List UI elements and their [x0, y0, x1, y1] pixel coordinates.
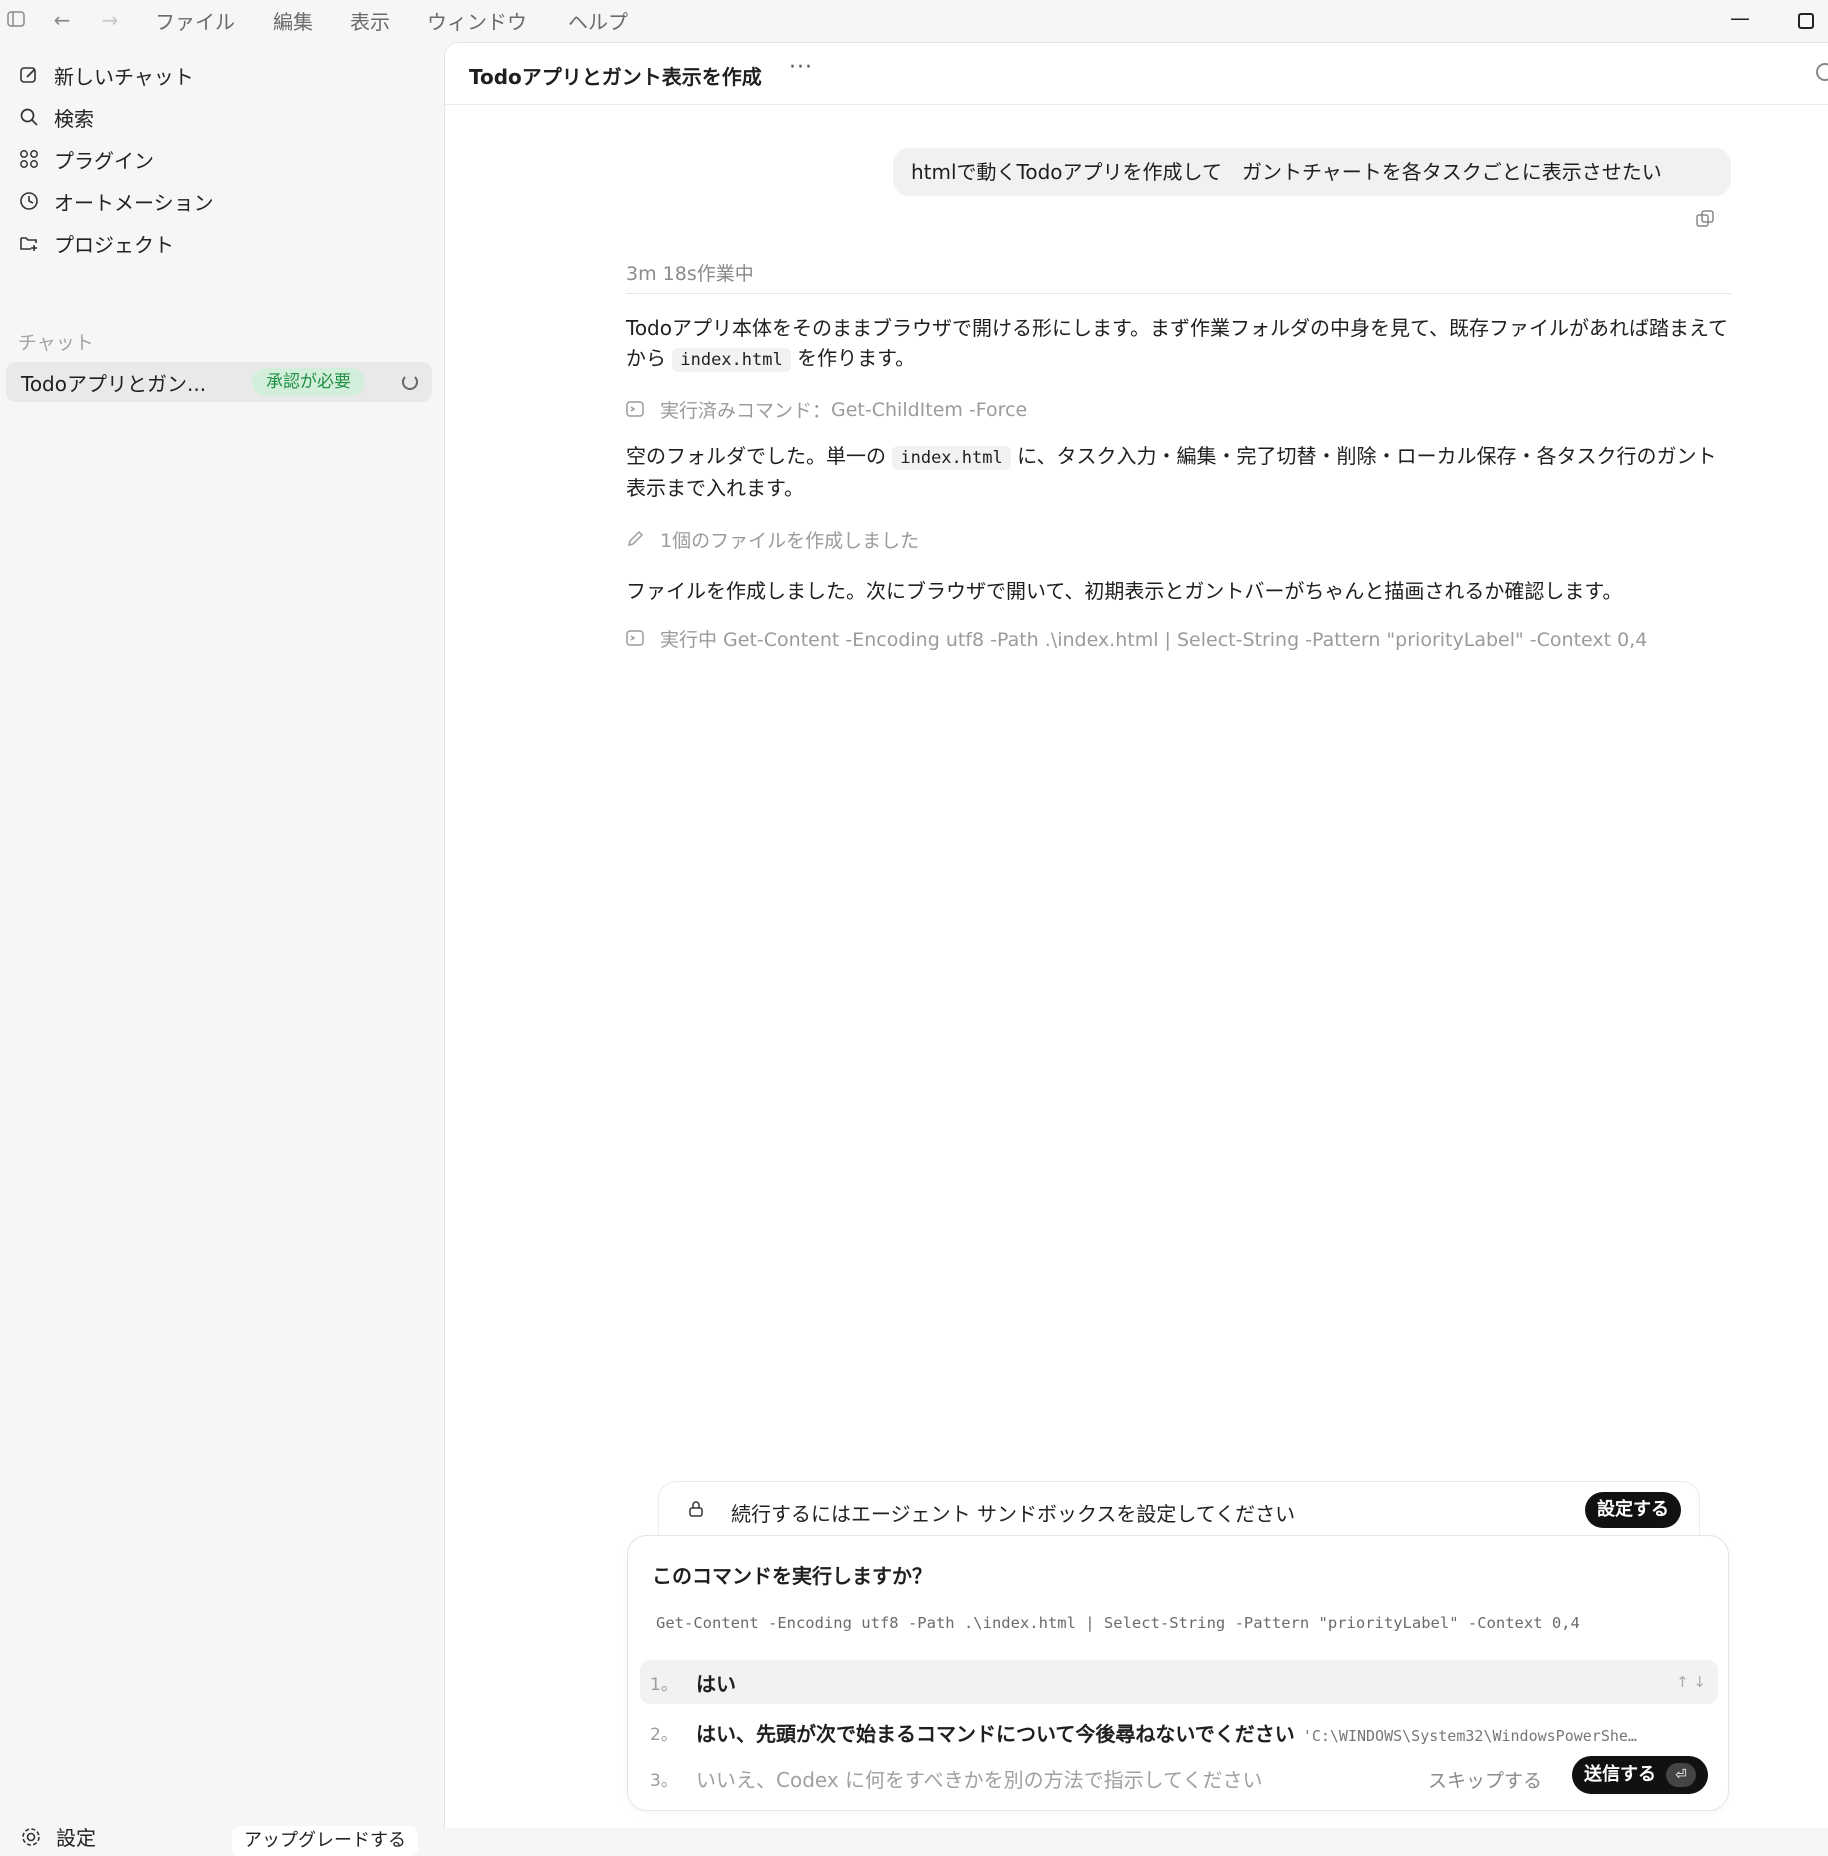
file-created-item[interactable]: 1個のファイルを作成しました	[626, 526, 919, 553]
sidebar-item-automation[interactable]: オートメーション	[18, 184, 214, 218]
pencil-icon	[626, 530, 646, 550]
sidebar-item-search[interactable]: 検索	[18, 100, 94, 134]
option-number: 1。	[650, 1674, 678, 1695]
skip-button[interactable]: スキップする	[1428, 1766, 1542, 1793]
sidebar: 新しいチャット 検索 プラグイン オートメーション プロジェクト チャット To…	[0, 40, 444, 1856]
settings-button[interactable]: 設定	[20, 1822, 96, 1851]
option-input-placeholder[interactable]: いいえ、Codex に何をすべきかを別の方法で指示してください	[696, 1764, 1262, 1793]
enter-key-icon: ⏎	[1666, 1763, 1696, 1787]
settings-label: 設定	[56, 1826, 96, 1850]
sandbox-notice: 続行するにはエージェント サンドボックスを設定してください 設定する	[658, 1481, 1700, 1541]
command-label: 実行済みコマンド：	[660, 400, 832, 422]
option-number: 2。	[650, 1724, 678, 1745]
option-number: 3。	[650, 1770, 678, 1791]
terminal-icon	[626, 400, 646, 420]
sidebar-item-projects[interactable]: プロジェクト	[18, 226, 174, 260]
sidebar-toggle-icon[interactable]	[4, 8, 28, 32]
edit-icon	[18, 64, 40, 86]
setup-sandbox-button[interactable]: 設定する	[1585, 1492, 1681, 1528]
sidebar-item-new-chat[interactable]: 新しいチャット	[18, 58, 194, 92]
option-no-instruct[interactable]: 3。 いいえ、Codex に何をすべきかを別の方法で指示してください	[640, 1756, 1400, 1800]
chat-list-item[interactable]: Todoアプリとガン... 承認が必要	[6, 362, 432, 402]
menu-edit[interactable]: 編集	[273, 6, 313, 35]
maximize-icon[interactable]	[1798, 10, 1814, 34]
menu-view[interactable]: 表示	[350, 6, 390, 35]
option-yes[interactable]: 1。 はい ↑ ↓	[640, 1660, 1718, 1704]
sidebar-item-label: プラグイン	[54, 148, 154, 173]
option-label-text: はい、先頭が次で始まるコマンドについて今後尋ねないでください	[696, 1721, 1295, 1746]
sidebar-item-plugins[interactable]: プラグイン	[18, 142, 154, 176]
up-down-arrows-icon: ↑ ↓	[1676, 1673, 1706, 1691]
command-value: Get-ChildItem -Force	[831, 398, 1028, 421]
copy-icon[interactable]	[1695, 209, 1715, 229]
loading-spinner-icon	[402, 374, 418, 390]
send-button[interactable]: 送信する ⏎	[1572, 1756, 1708, 1794]
sandbox-message: 続行するにはエージェント サンドボックスを設定してください	[731, 1502, 1296, 1526]
option-label: はい	[696, 1671, 736, 1696]
back-arrow-icon[interactable]: ←	[50, 8, 74, 32]
sidebar-item-label: プロジェクト	[54, 232, 174, 257]
message-text: 空のフォルダでした。単一の	[626, 444, 886, 468]
running-command-text: 実行中 Get-Content -Encoding utf8 -Path .\i…	[660, 629, 1648, 651]
user-message: htmlで動くTodoアプリを作成して ガントチャートを各タスクごとに表示させた…	[893, 148, 1731, 196]
assistant-message: Todoアプリ本体をそのままブラウザで開ける形にします。まず作業フォルダの中身を…	[626, 313, 1736, 375]
inline-code: index.html	[892, 446, 1011, 470]
menu-window[interactable]: ウィンドウ	[427, 6, 527, 35]
chat-title: Todoアプリとガン...	[21, 371, 207, 396]
gear-icon	[20, 1826, 42, 1848]
option-label: はい、先頭が次で始まるコマンドについて今後尋ねないでください 'C:\WINDOW…	[696, 1718, 1637, 1747]
work-time-label[interactable]: 3m 18s作業中	[626, 259, 754, 286]
folder-plus-icon	[18, 232, 40, 254]
running-command-item[interactable]: 実行中 Get-Content -Encoding utf8 -Path .\i…	[626, 625, 1647, 652]
minimize-icon[interactable]: —	[1730, 6, 1750, 30]
sidebar-item-label: オートメーション	[54, 190, 214, 215]
message-text: を作ります。	[797, 346, 916, 370]
message-text: ファイルを作成しました。次にブラウザで開いて、初期表示とガントバーがちゃんと描画…	[626, 579, 1623, 603]
conversation-header: Todoアプリとガント表示を作成 ···	[445, 43, 1828, 105]
menu-bar: ← → ファイル 編集 表示 ウィンドウ ヘルプ —	[0, 0, 1828, 40]
forward-arrow-icon[interactable]: →	[98, 8, 122, 32]
approval-question: このコマンドを実行しますか？	[652, 1564, 932, 1588]
search-icon	[18, 106, 40, 128]
command-approval-card: このコマンドを実行しますか？ Get-Content -Encoding utf…	[627, 1535, 1729, 1811]
approval-command: Get-Content -Encoding utf8 -Path .\index…	[656, 1614, 1580, 1632]
terminal-icon	[626, 629, 646, 649]
message-text: Todoアプリ本体をそのままブラウザで開ける形にします。まず作業フォルダの中身を…	[626, 316, 1728, 370]
main-panel: Todoアプリとガント表示を作成 ··· htmlで動くTodoアプリを作成して…	[444, 42, 1828, 1828]
approval-needed-badge: 承認が必要	[252, 368, 365, 396]
divider	[626, 293, 1732, 294]
executed-command-item[interactable]: 実行済みコマンド： Get-ChildItem -Force	[626, 396, 1027, 423]
sidebar-item-label: 検索	[54, 106, 94, 131]
sidebar-item-label: 新しいチャット	[54, 64, 194, 89]
chat-section-label: チャット	[18, 332, 94, 354]
option-yes-always[interactable]: 2。 はい、先頭が次で始まるコマンドについて今後尋ねないでください 'C:\WIN…	[640, 1710, 1718, 1754]
status-circle-icon[interactable]	[1816, 63, 1828, 81]
more-options-icon[interactable]: ···	[789, 55, 813, 80]
menu-help[interactable]: ヘルプ	[568, 6, 628, 35]
file-created-label: 1個のファイルを作成しました	[660, 530, 920, 552]
menu-file[interactable]: ファイル	[155, 6, 235, 35]
send-label: 送信する	[1584, 1764, 1656, 1785]
lock-icon	[687, 1500, 707, 1520]
assistant-message: 空のフォルダでした。単一の index.html に、タスク入力・編集・完了切替…	[626, 441, 1736, 503]
inline-code: index.html	[672, 348, 791, 372]
assistant-message: ファイルを作成しました。次にブラウザで開いて、初期表示とガントバーがちゃんと描画…	[626, 576, 1736, 606]
page-title: Todoアプリとガント表示を作成	[469, 65, 762, 89]
option-command-prefix: 'C:\WINDOWS\System32\WindowsPowerShe…	[1302, 1726, 1637, 1745]
clock-icon	[18, 190, 40, 212]
grid-icon	[18, 148, 40, 170]
upgrade-button[interactable]: アップグレードする	[232, 1826, 418, 1856]
